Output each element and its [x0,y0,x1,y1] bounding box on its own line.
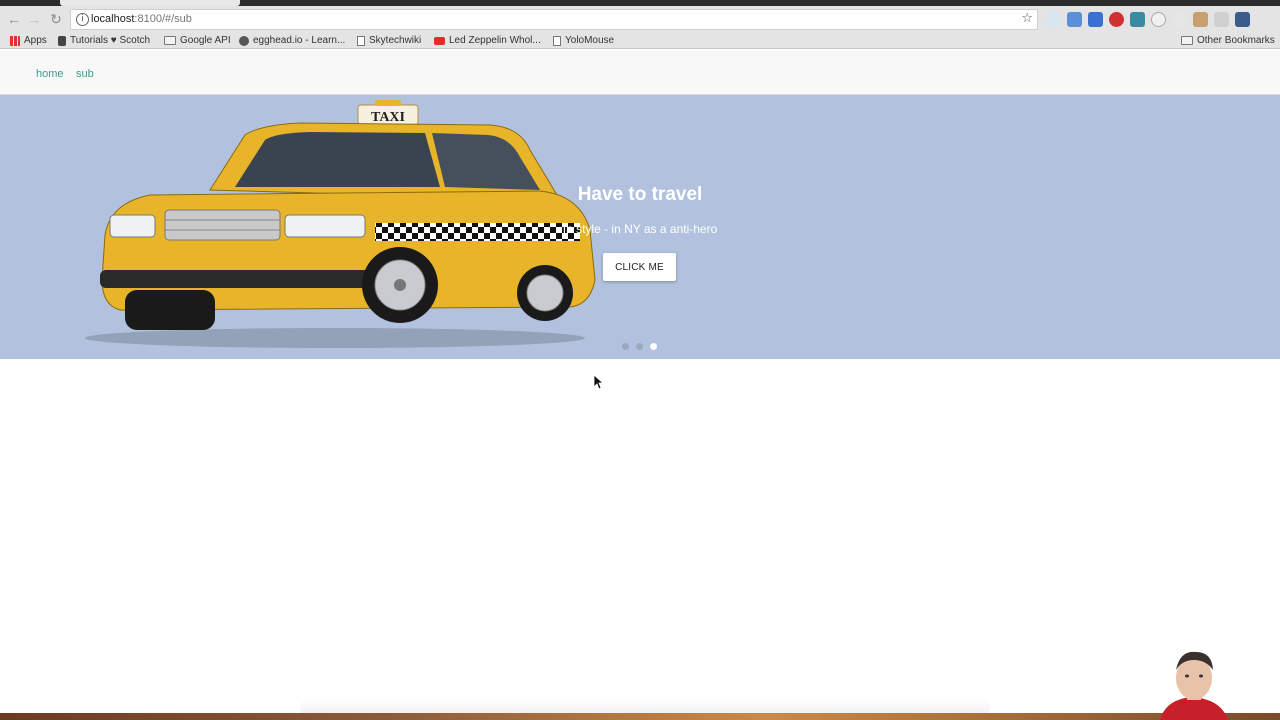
youtube-icon [434,36,445,45]
bookmarks-bar: Apps Tutorials ♥ Scotch Google API egghe… [0,33,1280,49]
folder-icon [1181,36,1193,45]
hero-slider: TAXI Have to travel In style - in NY as … [0,95,1280,359]
bookmark-tutorials[interactable]: Tutorials ♥ Scotch [58,35,150,46]
page-icon [553,35,561,46]
bookmark-led-zeppelin[interactable]: Led Zeppelin Whol... [434,35,541,46]
slider-dot[interactable] [636,343,643,350]
bookmark-label: Apps [24,35,47,46]
url-host: localhost [91,13,135,25]
forward-icon[interactable]: → [25,10,43,28]
extension-icon[interactable] [1214,12,1229,27]
url-path: :8100/#/sub [134,13,192,25]
svg-text:TAXI: TAXI [371,110,405,125]
slider-dot[interactable] [622,343,629,350]
hero-subtitle: In style - in NY as a anti-hero [562,222,718,236]
nav-link-home[interactable]: home [36,68,64,80]
bookmark-icon [58,35,66,46]
back-icon[interactable]: ← [5,10,23,28]
address-bar[interactable]: i localhost:8100/#/sub ☆ [70,9,1038,30]
mouse-cursor-icon [594,375,604,390]
apps-icon [10,35,20,46]
extension-icon[interactable] [1151,12,1166,27]
bookmark-label: Other Bookmarks [1197,35,1275,46]
click-me-button[interactable]: CLICK ME [603,253,676,281]
bookmark-label: YoloMouse [565,35,615,46]
desktop-dock-strip [0,713,1280,720]
bookmark-label: egghead.io - Learn... [253,35,346,46]
nav-link-sub[interactable]: sub [76,68,94,80]
extension-icon[interactable] [1193,12,1208,27]
folder-icon [164,36,176,45]
dock-shadow [300,700,990,714]
bookmark-yolomouse[interactable]: YoloMouse [553,35,614,46]
slider-pagination [622,343,657,350]
github-icon [239,35,249,46]
extension-icons [1046,12,1250,28]
extension-icon[interactable] [1046,12,1061,27]
reload-icon[interactable]: ↻ [47,10,65,28]
app-header: home sub [0,50,1280,95]
hero-title: Have to travel [577,184,703,205]
info-icon[interactable]: i [76,13,89,26]
extension-icon[interactable] [1235,12,1250,27]
browser-toolbar: ← → ↻ i localhost:8100/#/sub ☆ [0,6,1280,33]
bookmark-apps[interactable]: Apps [10,35,47,46]
url-text[interactable]: localhost:8100/#/sub [91,13,192,25]
extension-icon[interactable] [1109,12,1124,27]
bookmark-star-icon[interactable]: ☆ [1021,11,1033,26]
extension-icon[interactable] [1172,12,1187,27]
bookmark-label: Skytechwiki [369,35,422,46]
slider-dot-active[interactable] [650,343,657,350]
page-icon [357,35,365,46]
bookmark-egghead[interactable]: egghead.io - Learn... [239,35,345,46]
extension-icon[interactable] [1067,12,1082,27]
bookmark-google-api[interactable]: Google API [164,35,231,46]
bookmark-label: Led Zeppelin Whol... [449,35,541,46]
webcam-presenter [1160,651,1228,720]
bookmark-label: Google API [180,35,231,46]
extension-icon[interactable] [1130,12,1145,27]
bookmark-other[interactable]: Other Bookmarks [1181,35,1275,46]
bookmark-skytechwiki[interactable]: Skytechwiki [357,35,421,46]
bookmark-label: Tutorials ♥ Scotch [70,35,151,46]
extension-icon[interactable] [1088,12,1103,27]
